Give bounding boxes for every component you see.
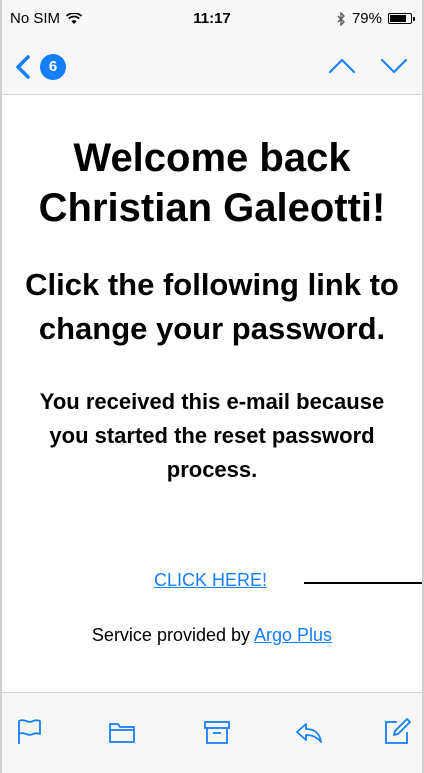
folder-icon[interactable] <box>107 717 137 747</box>
annotation-line <box>304 582 422 584</box>
battery-icon <box>388 13 415 24</box>
email-body: Welcome back Christian Galeotti! Click t… <box>2 95 422 693</box>
reset-link-row: CLICK HERE! <box>2 570 422 596</box>
reply-icon[interactable] <box>294 717 324 747</box>
email-screen: No SIM 11:17 79% 6 Welcome back Christia… <box>0 0 424 773</box>
chevron-up-icon[interactable] <box>328 56 356 76</box>
reset-password-link[interactable]: CLICK HERE! <box>154 570 267 591</box>
mail-toolbar <box>2 692 422 773</box>
bluetooth-icon <box>337 11 345 26</box>
compose-icon[interactable] <box>382 717 412 747</box>
archive-icon[interactable] <box>202 717 232 747</box>
flag-icon[interactable] <box>14 717 44 747</box>
unread-badge[interactable]: 6 <box>40 54 66 80</box>
service-credit: Service provided by Argo Plus <box>2 625 422 646</box>
battery-percent: 79% <box>351 10 382 27</box>
email-title: Welcome back Christian Galeotti! <box>38 136 386 230</box>
service-prefix: Service provided by <box>91 625 255 645</box>
status-bar: No SIM 11:17 79% <box>2 0 422 40</box>
battery-fill <box>390 15 406 22</box>
email-subtitle: Click the following link to change your … <box>25 267 399 346</box>
status-right: 79% <box>337 10 415 27</box>
mail-nav-bar: 6 <box>2 40 422 95</box>
argo-plus-link[interactable]: Argo Plus <box>254 625 332 645</box>
chevron-down-icon[interactable] <box>380 56 408 76</box>
email-message: You received this e-mail because you sta… <box>39 389 385 482</box>
chevron-left-icon[interactable] <box>14 54 32 80</box>
